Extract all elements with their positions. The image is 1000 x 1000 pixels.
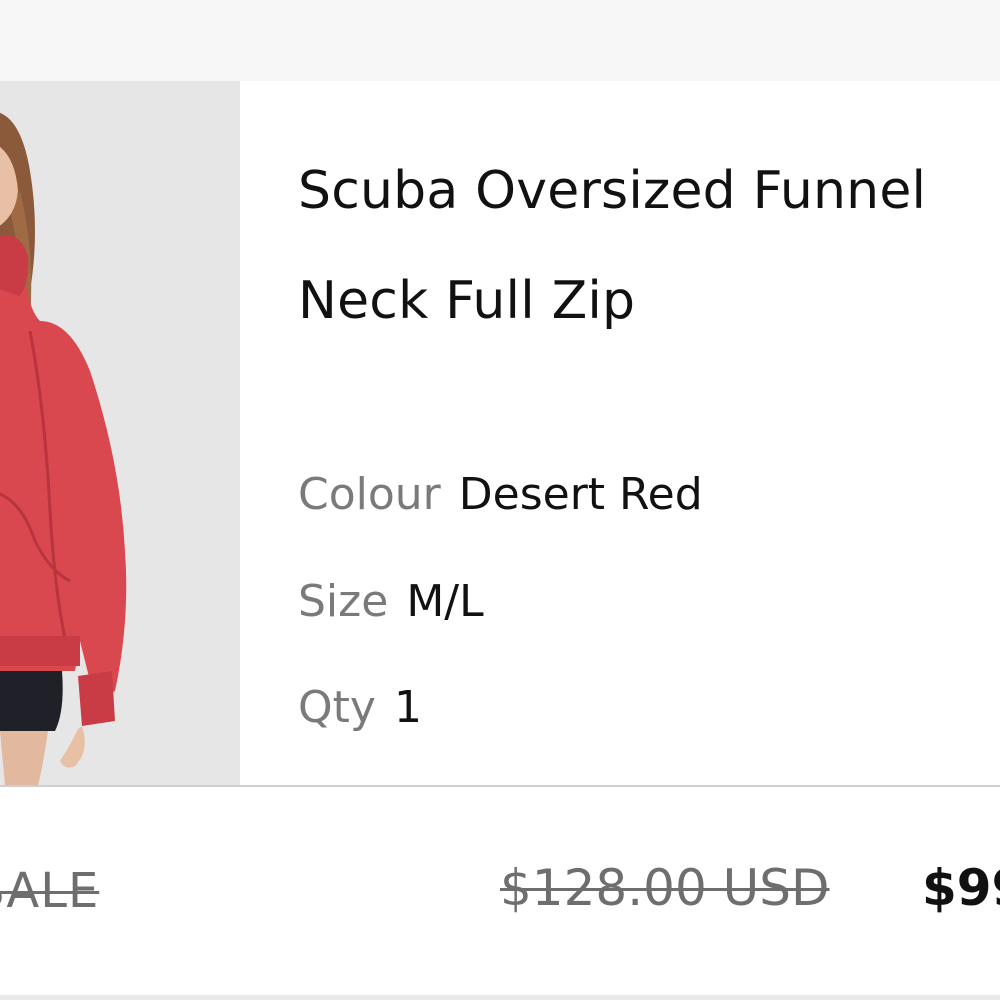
qty-row: Qty 1 <box>298 680 422 736</box>
colour-label: Colour <box>298 469 441 520</box>
product-photo-illustration <box>0 81 240 785</box>
product-image[interactable] <box>0 81 240 785</box>
product-title-line-1: Scuba Oversized Funnel <box>298 161 927 221</box>
colour-row: Colour Desert Red <box>298 467 703 523</box>
size-value: M/L <box>406 576 484 627</box>
qty-value: 1 <box>393 682 422 733</box>
size-label: Size <box>298 576 389 627</box>
price-bar: SALE $128.00 USD $99 <box>0 787 1000 995</box>
cart-item-card: Scuba Oversized Funnel Neck Full Zip Col… <box>0 81 1000 785</box>
colour-value: Desert Red <box>458 469 703 520</box>
sale-price: $99 <box>922 859 1000 917</box>
bottom-divider <box>0 995 1000 1000</box>
original-price: $128.00 USD <box>500 859 830 917</box>
qty-label: Qty <box>298 682 376 733</box>
sale-tag: SALE <box>0 863 100 919</box>
product-title[interactable]: Scuba Oversized Funnel Neck Full Zip <box>298 136 1000 356</box>
size-row: Size M/L <box>298 574 484 630</box>
product-title-line-2: Neck Full Zip <box>298 271 636 331</box>
